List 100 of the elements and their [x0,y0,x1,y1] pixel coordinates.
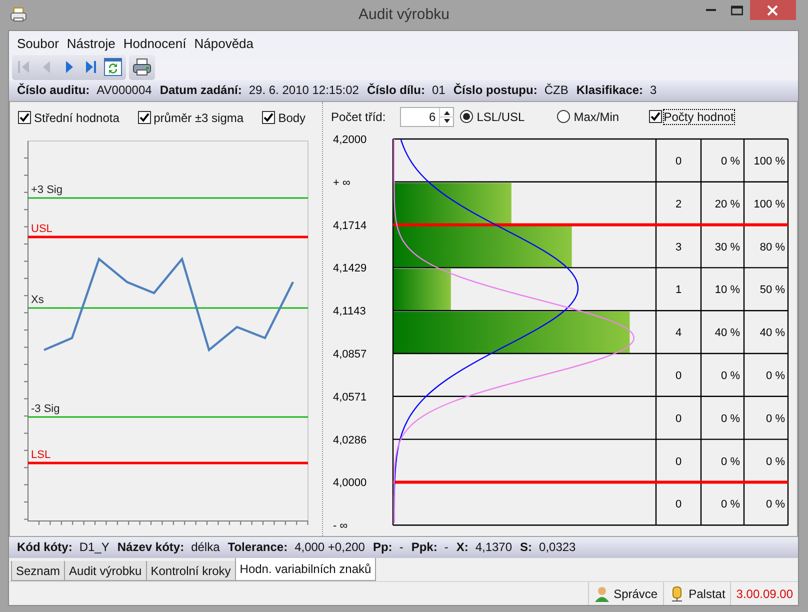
axis-label: 4,0000 [333,476,367,489]
field-value: D1_Y [79,540,110,554]
axis-label: 4,1714 [333,220,367,232]
menu-item[interactable]: Nápověda [190,36,258,50]
table-cell: 80 % [760,241,785,254]
menu-item[interactable]: Nástroje [62,36,120,50]
line-label: Xs [31,294,44,306]
table-cell: 100 % [754,198,785,210]
radio-button[interactable] [460,110,473,124]
axis-label: 4,2000 [333,134,367,146]
refresh-icon [103,57,123,77]
menu-item[interactable]: Soubor [13,36,63,50]
field-value: 0,0323 [539,540,576,554]
table-cell: 3 [675,241,682,254]
printer-button[interactable] [132,57,152,77]
radio-label: LSL/USL [476,110,525,124]
field-label: Kód kóty: [17,540,72,554]
field-label: S: [520,540,532,554]
axis-label: 4,1143 [333,305,366,318]
radio-button[interactable] [556,110,570,124]
field-label: Ppk: [411,540,438,554]
spin-arrows-icon[interactable] [438,108,453,126]
table-cell: 0 % [766,412,785,425]
field-label: Název kóty: [117,540,184,554]
axis-label: 4,0571 [333,391,367,404]
line-label: USL [31,222,52,235]
field-label: X: [456,540,468,554]
table-cell: 0 [675,155,682,168]
axis-label: 4,0286 [333,434,367,446]
printer-icon [132,57,152,77]
refresh-button[interactable] [103,57,123,77]
table-cell: 0 % [766,370,785,382]
table-cell: 40 % [714,326,740,339]
axis-label: 4,1429 [333,262,367,274]
table-cell: 30 % [714,241,740,254]
close-button[interactable] [750,0,796,20]
radio-label: Max/Min [574,110,620,124]
axis-label: - ∞ [333,520,348,532]
tab[interactable]: Audit výrobku [64,561,147,582]
axis-label: 4,0857 [333,348,367,360]
table-cell: 0 % [766,498,785,510]
user-name: Správce [614,586,658,601]
field-value: - [399,540,404,554]
field-label: Tolerance: [228,540,288,554]
table-cell: 4 [675,326,682,339]
table-cell: 10 % [714,284,740,296]
table-cell: 100 % [754,155,785,168]
maximize-icon [731,4,743,16]
field-value: ČZB [544,83,568,98]
printer-icon [10,7,28,23]
table-cell: 0 [675,370,682,382]
close-icon [767,4,779,16]
field-value: 3 [650,83,657,98]
table-cell: 2 [675,198,682,210]
field-value: délka [191,540,220,554]
checkbox-label: Body [278,110,306,125]
table-cell: 0 % [721,370,740,382]
field-label: Klasifikace: [576,83,644,98]
field-label: Pp: [372,540,392,554]
field-value: 01 [432,83,446,98]
spin-field[interactable]: 6 [400,106,454,127]
field-value: 4,000 +0,200 [294,540,365,554]
checkbox[interactable] [138,111,151,124]
table-cell: 0 % [766,456,785,468]
field-value: 29. 6. 2010 12:15:02 [248,83,359,98]
table-cell: 50 % [760,284,785,296]
field-label: Datum zadání: [160,83,242,98]
checkbox-label: Počty hodnot [664,110,734,124]
table-cell: 0 [675,456,682,468]
table-cell: 0 % [721,498,740,510]
table-cell: 40 % [760,326,785,339]
tab[interactable]: Hodn. variabilních znaků [234,558,376,582]
table-cell: 0 % [721,412,740,425]
table-cell: 0 % [721,456,740,468]
person-icon [594,586,610,602]
minimize-icon [705,9,717,11]
database-name: Palstat [688,586,726,601]
field-value: - [444,540,448,554]
line-label: +3 Sig [31,184,62,196]
field-label: Počet tříd: [331,110,386,124]
version-text: 3.00.09.00 [736,586,793,601]
table-cell: 0 [675,412,682,425]
field-label: Číslo dílu: [366,83,425,98]
checkbox-label: Střední hodnota [34,110,120,125]
menu-item[interactable]: Hodnocení [119,36,190,50]
field-value: 4,1370 [475,540,512,554]
field-value: AV000004 [96,83,152,98]
window-title: Audit výrobku [358,6,450,23]
table-cell: 20 % [714,198,740,210]
line-label: LSL [31,448,51,461]
table-cell: 0 % [721,155,740,168]
tab[interactable]: Seznam [11,561,66,582]
tab[interactable]: Kontrolní kroky [146,561,236,582]
checkbox[interactable] [18,111,31,124]
field-label: Číslo auditu: [17,83,90,98]
checkbox[interactable] [262,111,276,124]
line-label: -3 Sig [31,402,60,415]
checkbox[interactable] [648,110,662,124]
table-cell: 1 [675,284,682,296]
field-label: Číslo postupu: [453,83,538,98]
